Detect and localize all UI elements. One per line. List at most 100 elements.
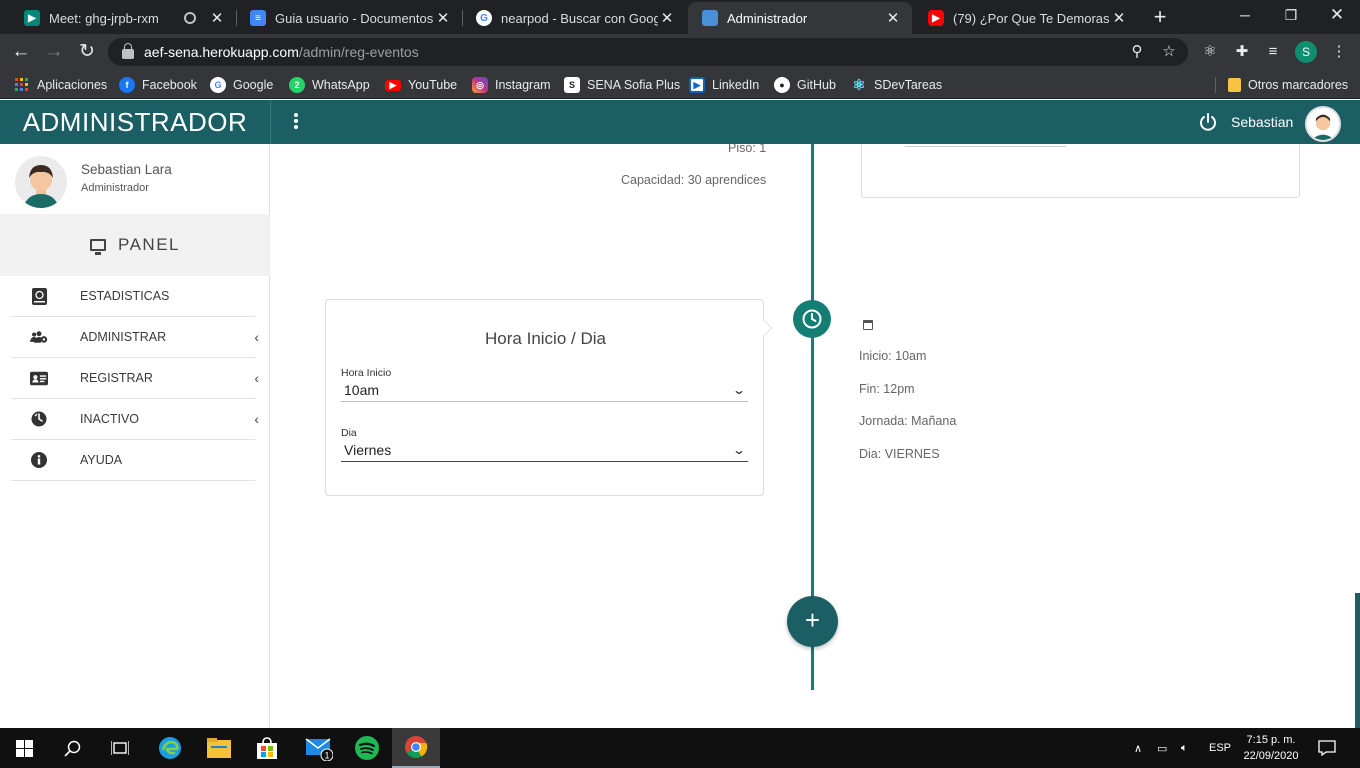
address-bar[interactable]: aef-sena.herokuapp.com/admin/reg-eventos… xyxy=(108,38,1188,66)
bookmark-apps[interactable]: Aplicaciones xyxy=(14,75,107,95)
bookmark-linkedin[interactable]: ▶ LinkedIn xyxy=(689,75,759,95)
close-window-button[interactable]: ✕ xyxy=(1314,0,1360,32)
folder-icon xyxy=(1228,78,1241,92)
windows-start-button[interactable] xyxy=(0,728,48,768)
previous-capacidad-text: Capacidad: 30 aprendices xyxy=(621,173,767,187)
close-icon[interactable]: ✕ xyxy=(658,9,676,27)
close-icon[interactable]: ✕ xyxy=(434,9,452,27)
youtube-icon: ▶ xyxy=(385,79,401,91)
extensions-puzzle-icon[interactable]: ✚ xyxy=(1232,42,1252,62)
header-divider xyxy=(270,100,271,144)
tab-title: Administrador xyxy=(727,10,808,26)
bookmark-github[interactable]: ● GitHub xyxy=(774,75,836,95)
panel-label: PANEL xyxy=(118,235,180,254)
chevron-down-icon: ⌄ xyxy=(731,442,747,457)
notifications-icon[interactable] xyxy=(1318,728,1336,768)
sidebar-item-label: ADMINISTRAR xyxy=(80,330,167,344)
youtube-icon: ▶ xyxy=(928,10,944,26)
file-explorer-icon[interactable] xyxy=(195,728,243,768)
tab-administrador[interactable]: Administrador ✕ xyxy=(688,2,912,34)
main-content: Piso: 1 Capacidad: 30 aprendices Hora In… xyxy=(271,144,1360,728)
user-clock-icon xyxy=(30,410,48,428)
close-icon[interactable]: ✕ xyxy=(884,9,902,27)
card-title: Hora Inicio / Dia xyxy=(485,329,606,348)
hora-inicio-card: Hora Inicio / Dia Hora Inicio 10am ⌄ Dia… xyxy=(325,299,773,496)
sidebar-menu: ESTADISTICAS ADMINISTRAR ‹ REGISTRAR ‹ I… xyxy=(11,276,259,481)
id-card-icon xyxy=(30,369,48,387)
dia-value: Viernes xyxy=(344,441,392,458)
add-event-button[interactable]: + xyxy=(787,596,838,647)
recording-icon xyxy=(184,12,196,24)
chevron-left-icon: ‹ xyxy=(254,329,259,345)
sidebar: Sebastian Lara Administrador PANEL ESTAD… xyxy=(0,144,270,728)
search-icon[interactable] xyxy=(48,728,96,768)
chrome-taskbar-icon[interactable] xyxy=(392,728,440,768)
calendar-icon xyxy=(863,320,873,330)
bookmark-label: Aplicaciones xyxy=(37,78,108,92)
bookmark-label: LinkedIn xyxy=(712,78,760,92)
app-header: ADMINISTRADOR Sebastian xyxy=(0,100,1360,144)
media-playlist-icon[interactable]: ≡ xyxy=(1263,42,1283,62)
new-tab-button[interactable]: + xyxy=(1148,4,1172,30)
edge-icon[interactable] xyxy=(146,728,194,768)
sidebar-item-estadisticas[interactable]: ESTADISTICAS xyxy=(11,276,255,317)
bookmark-label: SDevTareas xyxy=(874,78,943,92)
close-icon[interactable]: ✕ xyxy=(1110,9,1128,27)
spotify-icon[interactable] xyxy=(343,728,391,768)
volume-icon[interactable]: 🔈︎ xyxy=(1181,728,1188,768)
header-avatar[interactable] xyxy=(1305,106,1341,142)
network-icon[interactable]: ▭ xyxy=(1157,728,1167,768)
back-button[interactable]: ← xyxy=(8,39,34,65)
tray-chevron-up-icon[interactable]: ∧ xyxy=(1134,728,1142,768)
tab-google-search[interactable]: G nearpod - Buscar con Google ✕ xyxy=(462,2,686,34)
restore-button[interactable]: ❐ xyxy=(1268,0,1314,32)
more-vert-icon[interactable] xyxy=(288,112,304,132)
tab-title: (79) ¿Por Que Te Demoras? - Y xyxy=(953,10,1110,26)
bookmark-whatsapp[interactable]: 2 WhatsApp xyxy=(289,75,370,95)
app-icon xyxy=(702,10,718,26)
bookmark-youtube[interactable]: ▶ YouTube xyxy=(385,75,457,95)
bookmark-sena[interactable]: S SENA Sofia Plus xyxy=(564,75,680,95)
bookmark-instagram[interactable]: ◎ Instagram xyxy=(472,75,551,95)
react-devtools-icon[interactable]: ⚛ xyxy=(1200,42,1220,62)
tab-meet[interactable]: ▶ Meet: ghg-jrpb-rxm ✕ xyxy=(10,2,236,34)
tab-docs[interactable]: ≡ Guia usuario - Documentos de ✕ xyxy=(236,2,462,34)
monitor-icon xyxy=(90,239,106,255)
chrome-menu-icon[interactable]: ⋮ xyxy=(1329,42,1349,62)
sidebar-item-administrar[interactable]: ADMINISTRAR ‹ xyxy=(11,317,259,358)
bookmark-sdevtareas[interactable]: ⚛ SDevTareas xyxy=(851,75,942,95)
zoom-search-icon[interactable]: ⚲ xyxy=(1128,43,1146,61)
dia-select[interactable]: Viernes ⌄ xyxy=(341,438,748,462)
bookmark-google[interactable]: G Google xyxy=(210,75,273,95)
docs-icon: ≡ xyxy=(250,10,266,26)
scrollbar-thumb[interactable] xyxy=(1355,593,1360,728)
hora-inicio-select[interactable]: 10am ⌄ xyxy=(341,378,748,402)
info-fin: Fin: 12pm xyxy=(859,382,915,396)
mail-icon[interactable]: 1 xyxy=(295,728,343,768)
bookmark-other[interactable]: Otros marcadores xyxy=(1228,75,1348,95)
tab-youtube[interactable]: ▶ (79) ¿Por Que Te Demoras? - Y ✕ xyxy=(914,2,1138,34)
taskbar-clock[interactable]: 7:15 p. m. 22/09/2020 xyxy=(1228,732,1314,764)
bookmark-label: Google xyxy=(233,78,274,92)
info-jornada: Jornada: Mañana xyxy=(859,414,957,428)
profile-role: Administrador xyxy=(81,182,149,194)
bookmark-star-icon[interactable]: ☆ xyxy=(1160,43,1178,61)
sidebar-item-ayuda[interactable]: AYUDA xyxy=(11,440,255,481)
sidebar-item-registrar[interactable]: REGISTRAR ‹ xyxy=(11,358,259,399)
close-icon[interactable]: ✕ xyxy=(208,9,226,27)
bookmark-label: SENA Sofia Plus xyxy=(587,78,681,92)
bookmark-facebook[interactable]: f Facebook xyxy=(119,75,197,95)
power-icon[interactable] xyxy=(1198,112,1218,132)
sidebar-item-inactivo[interactable]: INACTIVO ‹ xyxy=(11,399,259,440)
reload-button[interactable]: ↻ xyxy=(74,39,100,65)
panel-header[interactable]: PANEL xyxy=(0,214,270,276)
bookmarks-bar: Aplicaciones f Facebook G Google 2 Whats… xyxy=(0,70,1360,99)
minimize-button[interactable]: ─ xyxy=(1222,0,1268,32)
profile-avatar[interactable]: S xyxy=(1295,41,1317,63)
task-view-icon[interactable] xyxy=(96,728,144,768)
sidebar-item-label: ESTADISTICAS xyxy=(80,289,170,303)
google-icon: G xyxy=(210,77,226,93)
header-user-name[interactable]: Sebastian xyxy=(1231,114,1293,130)
store-icon[interactable] xyxy=(243,728,291,768)
forward-button[interactable]: → xyxy=(41,39,67,65)
